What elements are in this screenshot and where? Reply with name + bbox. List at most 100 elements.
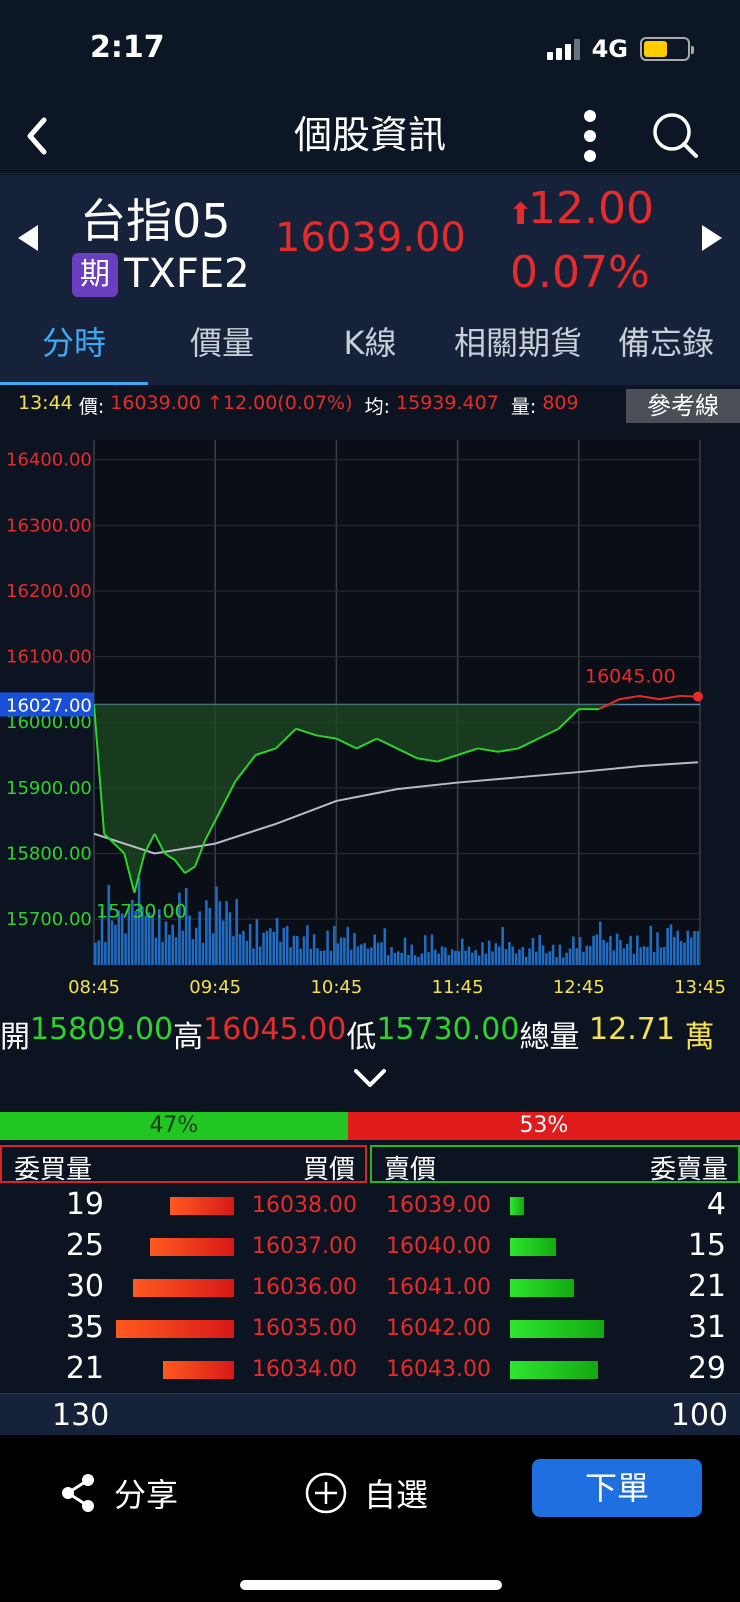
- volume-bar: [508, 941, 511, 965]
- x-tick-label: 11:45: [432, 977, 484, 998]
- intraday-chart[interactable]: 08:45 09:45 10:45 11:45 12:45 13:45 16400.00 16…: [0, 430, 740, 1000]
- volume-bar: [575, 948, 578, 965]
- volume-bar: [602, 939, 605, 965]
- next-stock-arrow-icon[interactable]: [698, 223, 724, 253]
- sell-qty-header: 委賣量: [649, 1155, 728, 1185]
- share-label: 分享: [114, 1476, 179, 1514]
- volume-bar: [477, 955, 481, 965]
- volume-bar: [333, 925, 336, 965]
- tab-related-futures[interactable]: 相關期貨: [444, 305, 592, 385]
- volume-bar: [423, 935, 427, 965]
- volume-bar: [343, 937, 346, 965]
- watch-label: 自選: [364, 1476, 429, 1514]
- volume-bar: [393, 953, 397, 965]
- tab-intraday[interactable]: 分時: [0, 305, 148, 385]
- orderbook-buy-header: 委買量 買價: [0, 1145, 367, 1185]
- price-change-pct: 0.07%: [510, 247, 650, 298]
- volume-bar: [97, 940, 100, 965]
- x-tick-label: 08:45: [68, 977, 120, 998]
- volume-bar: [673, 936, 676, 965]
- bid-price[interactable]: 16035.00: [252, 1316, 357, 1341]
- volume-bar: [595, 934, 599, 965]
- tab-memo[interactable]: 備忘錄: [592, 305, 740, 385]
- volume-bar: [629, 935, 632, 965]
- volume-bar: [114, 924, 117, 965]
- volume-bar: [612, 950, 616, 965]
- bid-qty: 35: [65, 1310, 104, 1345]
- volume-bar: [528, 948, 531, 965]
- volume-bar: [521, 946, 525, 965]
- bid-qty: 30: [65, 1269, 104, 1304]
- volume-bar: [306, 925, 309, 965]
- volume-bar: [380, 942, 383, 965]
- plot-background: [94, 440, 700, 965]
- low-label: 低: [346, 1020, 377, 1055]
- more-icon[interactable]: [575, 108, 605, 164]
- volume-bar: [605, 942, 609, 965]
- futures-badge: 期: [72, 253, 118, 297]
- orderbook-sell-header: 賣價 委賣量: [370, 1145, 740, 1185]
- volume-bar: [181, 930, 185, 965]
- volume-bar: [164, 921, 168, 965]
- volume-bar: [238, 934, 242, 965]
- plus-circle-icon: [305, 1472, 347, 1514]
- volume-bar: [494, 943, 498, 965]
- volume-bar: [373, 934, 376, 965]
- volume-bar: [282, 927, 286, 965]
- volume-bar: [474, 950, 477, 965]
- add-watchlist-button[interactable]: 自選: [304, 1465, 428, 1521]
- high-value: 16045.00: [203, 1012, 347, 1047]
- reference-line-button[interactable]: 參考線: [626, 389, 740, 423]
- current-price: 16039.00: [275, 215, 466, 261]
- volume-bar: [491, 951, 494, 965]
- signal-icon: [546, 38, 580, 60]
- volume-bar: [349, 949, 353, 965]
- volume-bar: [437, 953, 440, 965]
- bid-price[interactable]: 16036.00: [252, 1275, 357, 1300]
- tab-bar: 分時 價量 K線 相關期貨 備忘錄: [0, 305, 740, 385]
- bid-bar: [163, 1361, 234, 1379]
- tab-price-volume[interactable]: 價量: [148, 305, 296, 385]
- y-tick-label: 15800.00: [6, 843, 92, 864]
- open-label: 開: [0, 1020, 30, 1055]
- ask-price[interactable]: 16039.00: [386, 1193, 491, 1218]
- volume-bar: [551, 944, 555, 965]
- prev-stock-arrow-icon[interactable]: [16, 223, 42, 253]
- chevron-down-icon[interactable]: [350, 1065, 390, 1091]
- ask-price[interactable]: 16040.00: [386, 1234, 491, 1259]
- volume-bar: [646, 946, 649, 965]
- ask-qty: 15: [687, 1228, 726, 1263]
- volume-bar: [410, 944, 414, 965]
- ask-qty: 4: [706, 1187, 726, 1222]
- bid-price[interactable]: 16038.00: [252, 1193, 357, 1218]
- volume-bar: [420, 953, 424, 965]
- volume-bar: [558, 944, 562, 965]
- y-tick-label: 16300.00: [6, 515, 92, 536]
- ask-price[interactable]: 16043.00: [386, 1357, 491, 1382]
- volume-bar: [572, 936, 575, 965]
- volume-bar: [397, 951, 400, 965]
- bid-price[interactable]: 16037.00: [252, 1234, 357, 1259]
- bid-total: 130: [52, 1398, 110, 1433]
- tab-kline[interactable]: K線: [296, 305, 444, 385]
- volume-bar: [356, 946, 360, 965]
- volume-bar: [359, 944, 363, 965]
- ask-price[interactable]: 16042.00: [386, 1316, 491, 1341]
- volume-bar: [518, 949, 521, 965]
- volume-bar: [636, 935, 639, 965]
- bid-price[interactable]: 16034.00: [252, 1357, 357, 1382]
- x-tick-label: 12:45: [553, 977, 605, 998]
- volume-bar: [619, 939, 622, 965]
- info-vol: 809: [542, 392, 579, 414]
- volume-bar: [514, 953, 518, 965]
- volume-bar: [460, 938, 464, 965]
- search-icon[interactable]: [650, 110, 700, 160]
- volume-bar: [107, 884, 111, 965]
- volume-bar: [545, 953, 548, 965]
- volume-bar: [585, 945, 589, 965]
- place-order-button[interactable]: 下單: [532, 1459, 702, 1517]
- ask-price[interactable]: 16041.00: [386, 1275, 491, 1300]
- share-button[interactable]: 分享: [60, 1465, 178, 1521]
- volume-bar: [302, 936, 306, 965]
- volume-bar: [588, 946, 592, 965]
